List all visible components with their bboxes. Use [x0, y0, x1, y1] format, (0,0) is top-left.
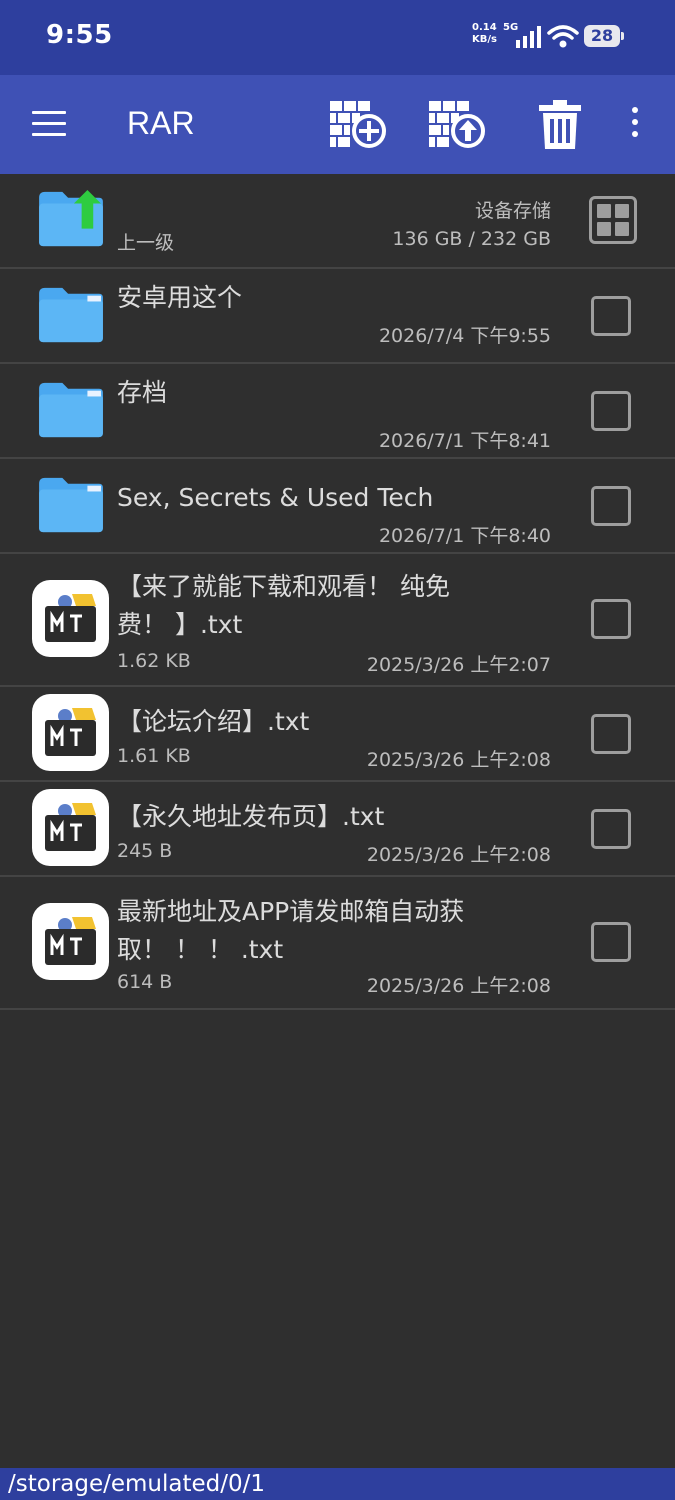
item-checkbox[interactable] — [591, 714, 631, 754]
folder-icon — [39, 382, 103, 438]
mt-manager-file-icon — [32, 903, 109, 980]
wifi-icon — [547, 25, 579, 48]
menu-icon[interactable] — [32, 111, 66, 139]
list-item[interactable]: 安卓用这个 2026/7/4 下午9:55 — [0, 269, 675, 364]
item-name-line1: 【来了就能下载和观看！ 纯免 — [117, 572, 450, 601]
item-name-line2: 费！ 】.txt — [117, 610, 243, 639]
trash-icon[interactable] — [530, 99, 590, 151]
item-date: 2025/3/26 上午2:08 — [366, 844, 551, 866]
app-toolbar: RAR — [0, 75, 675, 174]
parent-folder-row[interactable]: 上一级 设备存储 136 GB / 232 GB — [0, 174, 675, 269]
list-item[interactable]: 存档 2026/7/1 下午8:41 — [0, 364, 675, 459]
folder-icon — [39, 287, 103, 343]
toolbar-title: RAR — [127, 105, 195, 141]
folder-icon — [39, 477, 103, 533]
current-path: /storage/emulated/0/1 — [0, 1468, 675, 1500]
list-item[interactable]: 【来了就能下载和观看！ 纯免 费！ 】.txt 1.62 KB 2025/3/2… — [0, 554, 675, 687]
item-name-line2: 取！ ！ ！ .txt — [117, 935, 284, 964]
list-item[interactable]: 最新地址及APP请发邮箱自动获 取！ ！ ！ .txt 614 B 2025/3… — [0, 877, 675, 1010]
item-size: 245 B — [117, 840, 173, 862]
item-date: 2025/3/26 上午2:08 — [366, 975, 551, 997]
mt-manager-file-icon — [32, 694, 109, 771]
mt-manager-file-icon — [32, 580, 109, 657]
signal-icon — [516, 26, 541, 48]
net-speed: 0.14 KB/s — [472, 22, 497, 46]
file-list: 上一级 设备存储 136 GB / 232 GB 安卓用这个 2026/7/4 … — [0, 174, 675, 1010]
status-time: 9:55 — [46, 20, 113, 50]
battery-icon: 28 — [584, 25, 624, 47]
item-size: 1.61 KB — [117, 745, 191, 767]
storage-usage: 136 GB / 232 GB — [392, 228, 551, 250]
add-archive-icon[interactable] — [328, 99, 388, 151]
item-name: 【永久地址发布页】.txt — [117, 802, 385, 831]
list-item[interactable]: 【永久地址发布页】.txt 245 B 2025/3/26 上午2:08 — [0, 782, 675, 877]
item-name: 安卓用这个 — [117, 283, 243, 312]
net-speed-unit: KB/s — [472, 34, 497, 45]
item-name: 存档 — [117, 378, 168, 407]
list-item[interactable]: Sex, Secrets & Used Tech 2026/7/1 下午8:40 — [0, 459, 675, 554]
net-speed-value: 0.14 — [472, 22, 497, 33]
list-item[interactable]: 【论坛介绍】.txt 1.61 KB 2025/3/26 上午2:08 — [0, 687, 675, 782]
more-vert-icon[interactable] — [625, 107, 645, 143]
item-date: 2026/7/4 下午9:55 — [378, 325, 551, 347]
item-checkbox[interactable] — [591, 599, 631, 639]
grid-view-icon[interactable] — [589, 196, 637, 244]
storage-label: 设备存储 — [474, 200, 551, 222]
parent-folder-label: 上一级 — [117, 232, 175, 254]
item-date: 2026/7/1 下午8:40 — [378, 525, 551, 547]
item-checkbox[interactable] — [591, 809, 631, 849]
item-checkbox[interactable] — [591, 391, 631, 431]
folder-up-icon — [39, 190, 103, 247]
item-checkbox[interactable] — [591, 486, 631, 526]
mt-manager-file-icon — [32, 789, 109, 866]
item-date: 2026/7/1 下午8:41 — [378, 430, 551, 452]
item-name: Sex, Secrets & Used Tech — [117, 483, 434, 512]
extract-archive-icon[interactable] — [427, 99, 487, 151]
item-name-line1: 最新地址及APP请发邮箱自动获 — [117, 897, 465, 926]
item-size: 614 B — [117, 971, 173, 993]
status-bar: 9:55 0.14 KB/s 5G 28 — [0, 0, 675, 75]
item-checkbox[interactable] — [591, 922, 631, 962]
item-date: 2025/3/26 上午2:08 — [366, 749, 551, 771]
item-size: 1.62 KB — [117, 650, 191, 672]
item-date: 2025/3/26 上午2:07 — [366, 654, 551, 676]
item-name: 【论坛介绍】.txt — [117, 707, 310, 736]
item-checkbox[interactable] — [591, 296, 631, 336]
